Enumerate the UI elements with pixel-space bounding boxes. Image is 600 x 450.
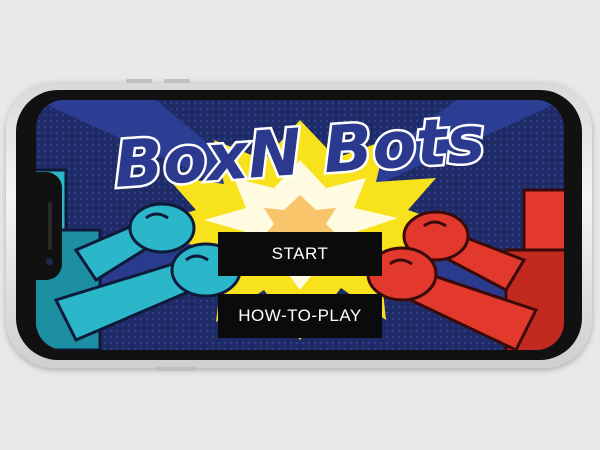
- phone-frame: BoxN Bots START HOW-TO-PLAY: [6, 79, 592, 371]
- game-screen[interactable]: BoxN Bots START HOW-TO-PLAY: [36, 100, 564, 350]
- start-button[interactable]: START: [218, 232, 382, 276]
- camera: [46, 258, 53, 265]
- scene: BoxN Bots START HOW-TO-PLAY: [0, 0, 600, 450]
- volume-button: [164, 79, 190, 83]
- volume-button: [126, 79, 152, 83]
- speaker: [48, 202, 52, 250]
- how-to-play-button[interactable]: HOW-TO-PLAY: [218, 294, 382, 338]
- phone-notch: [36, 172, 62, 280]
- blue-glove: [128, 202, 196, 254]
- power-button: [156, 367, 196, 371]
- red-robot-head: [522, 188, 564, 252]
